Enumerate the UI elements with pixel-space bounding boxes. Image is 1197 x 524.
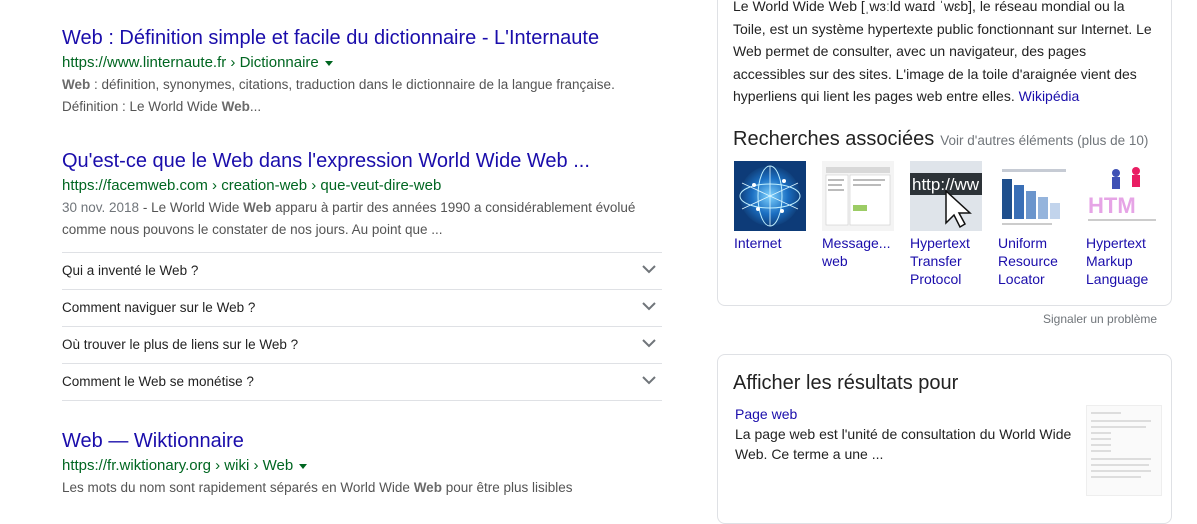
related-item-message-web[interactable]: Message... web bbox=[822, 161, 894, 270]
paa-question-text: Où trouver le plus de liens sur le Web ? bbox=[62, 337, 299, 352]
paa-question[interactable]: Comment le Web se monétise ? bbox=[62, 364, 662, 401]
knowledge-panel-description: Le World Wide Web [ˌwɜːld waɪd ˈwɛb], le… bbox=[733, 0, 1161, 108]
page-thumbnail-icon[interactable] bbox=[1086, 405, 1162, 496]
snippet-text: ... bbox=[249, 99, 262, 114]
description-line: accessibles sur des sites. L'image de la… bbox=[733, 65, 1137, 82]
paa-question-text: Comment le Web se monétise ? bbox=[62, 374, 254, 389]
chevron-down-icon[interactable] bbox=[642, 265, 656, 274]
svg-text:HTM: HTM bbox=[1088, 193, 1136, 218]
see-more-link[interactable]: Voir d'autres éléments (plus de 10) bbox=[940, 133, 1148, 148]
results-for-text: La page web est l'unité de consultation … bbox=[735, 426, 1072, 462]
result-snippet: Les mots du nom sont rapidement séparés … bbox=[62, 477, 662, 499]
caret-down-icon[interactable] bbox=[324, 60, 333, 66]
paa-question[interactable]: Qui a inventé le Web ? bbox=[62, 253, 662, 290]
related-item-internet[interactable]: Internet bbox=[734, 161, 806, 252]
search-result: Qu'est-ce que le Web dans l'expression W… bbox=[62, 149, 662, 241]
chevron-down-icon[interactable] bbox=[642, 302, 656, 311]
paa-question-text: Qui a inventé le Web ? bbox=[62, 263, 199, 278]
description-line: hyperliens qui lient les pages web entre… bbox=[733, 88, 1019, 104]
result-date: 30 nov. 2018 bbox=[62, 200, 140, 215]
snippet-text: apparu à partir des années 1990 a consid… bbox=[271, 200, 636, 215]
result-url-text: https://fr.wiktionary.org › wiki › Web bbox=[62, 457, 294, 474]
related-item-http[interactable]: http://ww Hypertext Transfer Protocol bbox=[910, 161, 982, 288]
related-item-label: Hypertext Markup Language bbox=[1086, 235, 1149, 287]
related-item-label: Uniform Resource Locator bbox=[998, 235, 1058, 287]
report-problem-link[interactable]: Signaler un problème bbox=[1043, 312, 1157, 326]
result-url: https://fr.wiktionary.org › wiki › Web bbox=[62, 456, 662, 476]
related-searches-title: Recherches associées bbox=[733, 128, 935, 150]
result-url: https://www.linternaute.fr › Dictionnair… bbox=[62, 53, 662, 73]
globe-network-icon bbox=[734, 161, 806, 231]
result-url-text: https://www.linternaute.fr › Dictionnair… bbox=[62, 54, 319, 71]
result-url-text: https://facemweb.com › creation-web › qu… bbox=[62, 177, 442, 194]
paa-question[interactable]: Où trouver le plus de liens sur le Web ? bbox=[62, 327, 662, 364]
html-icon: HTM bbox=[1086, 161, 1158, 231]
chevron-down-icon[interactable] bbox=[642, 339, 656, 348]
description-line: Web permet de consulter, avec un navigat… bbox=[733, 43, 1087, 59]
related-item-url[interactable]: Uniform Resource Locator bbox=[998, 161, 1070, 288]
search-result: Web — Wiktionnaire https://fr.wiktionary… bbox=[62, 429, 662, 499]
related-item-label: Internet bbox=[734, 235, 782, 251]
snippet-text: - Le World Wide bbox=[139, 200, 244, 215]
caret-down-icon[interactable] bbox=[299, 463, 308, 469]
snippet-text: Définition : Le World Wide bbox=[62, 99, 222, 114]
snippet-text: : définition, synonymes, citations, trad… bbox=[90, 77, 615, 92]
wikipedia-source-link[interactable]: Wikipédia bbox=[1019, 88, 1080, 104]
page-web-link[interactable]: Page web bbox=[735, 406, 797, 422]
snippet-text: pour être plus lisibles bbox=[441, 480, 573, 495]
snippet-text: comme nous pouvons le constater de nos j… bbox=[62, 222, 443, 237]
snippet-text: Les mots du nom sont rapidement séparés … bbox=[62, 480, 414, 495]
result-title-link[interactable]: Web : Définition simple et facile du dic… bbox=[62, 26, 599, 50]
result-title-link[interactable]: Web — Wiktionnaire bbox=[62, 429, 244, 453]
people-also-ask: Qui a inventé le Web ? Comment naviguer … bbox=[62, 252, 662, 401]
result-title-link[interactable]: Qu'est-ce que le Web dans l'expression W… bbox=[62, 149, 590, 173]
description-line: Le World Wide Web [ˌwɜːld waɪd ˈwɛb], le… bbox=[733, 0, 1125, 14]
search-result: Web : Définition simple et facile du dic… bbox=[62, 26, 662, 118]
related-item-label: Hypertext Transfer Protocol bbox=[910, 235, 970, 287]
result-url: https://facemweb.com › creation-web › qu… bbox=[62, 176, 662, 196]
paa-question[interactable]: Comment naviguer sur le Web ? bbox=[62, 290, 662, 327]
snippet-bold: Web bbox=[413, 480, 442, 495]
related-searches-header: Recherches associées Voir d'autres élémen… bbox=[733, 128, 1148, 151]
url-diagram-icon bbox=[998, 161, 1070, 231]
related-item-html[interactable]: HTM Hypertext Markup Language bbox=[1086, 161, 1158, 288]
chevron-down-icon[interactable] bbox=[642, 376, 656, 385]
screenshot-icon bbox=[822, 161, 894, 231]
result-snippet: 30 nov. 2018 - Le World Wide Web apparu … bbox=[62, 197, 662, 241]
snippet-bold: Web bbox=[62, 77, 91, 92]
results-for-title: Afficher les résultats pour bbox=[733, 372, 959, 394]
http-cursor-icon: http://ww bbox=[910, 161, 982, 231]
snippet-bold: Web bbox=[221, 99, 250, 114]
related-item-label: Message... web bbox=[822, 235, 891, 269]
description-line: Toile, est un système hypertexte public … bbox=[733, 20, 1152, 37]
snippet-bold: Web bbox=[243, 200, 272, 215]
paa-question-text: Comment naviguer sur le Web ? bbox=[62, 300, 256, 315]
result-snippet: Web : définition, synonymes, citations, … bbox=[62, 74, 662, 118]
